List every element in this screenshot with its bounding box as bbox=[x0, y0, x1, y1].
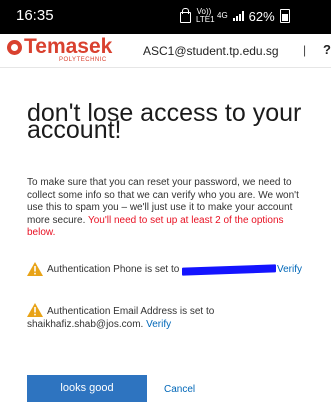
battery-percent: 62% bbox=[248, 8, 275, 24]
logo-subtitle: POLYTECHNIC bbox=[59, 57, 107, 63]
account-email[interactable]: ASC1@student.tp.edu.sg bbox=[143, 44, 279, 58]
logo-mark-icon bbox=[7, 40, 22, 55]
page-header: Temasek POLYTECHNIC ASC1@student.tp.edu.… bbox=[0, 34, 331, 68]
phone-verify-link[interactable]: Verify bbox=[277, 264, 302, 276]
auth-email-value: shaikhafiz.shab@jos.com. bbox=[27, 319, 144, 330]
auth-phone-label: Authentication Phone is set to bbox=[47, 264, 180, 275]
signal-icon bbox=[232, 11, 244, 21]
auth-email-value-line: shaikhafiz.shab@jos.com. Verify bbox=[27, 319, 171, 331]
status-time: 16:35 bbox=[16, 7, 54, 24]
temasek-polytechnic-logo: Temasek POLYTECHNIC bbox=[7, 35, 117, 66]
header-separator: | bbox=[303, 43, 307, 57]
status-icons: Vo)) LTE1 4G 62% bbox=[180, 7, 290, 24]
looks-good-button[interactable]: looks good bbox=[27, 375, 147, 402]
auth-email-label: Authentication Email Address is set to bbox=[47, 306, 215, 317]
volte-icon: Vo)) LTE1 bbox=[196, 7, 215, 24]
page-title: don't lose access to your account! bbox=[27, 99, 302, 144]
help-icon[interactable]: ? bbox=[323, 42, 331, 57]
cancel-link[interactable]: Cancel bbox=[164, 384, 195, 395]
network-type-icon: 4G bbox=[217, 11, 228, 20]
logo-word: Temasek bbox=[24, 35, 113, 58]
phone-redaction bbox=[182, 264, 276, 276]
lock-icon bbox=[180, 7, 191, 23]
description: To make sure that you can reset your pas… bbox=[27, 177, 312, 240]
status-bar: 16:35 Vo)) LTE1 4G 62% bbox=[0, 0, 331, 34]
email-verify-link[interactable]: Verify bbox=[146, 319, 171, 330]
warning-icon bbox=[27, 262, 43, 276]
warning-icon bbox=[27, 303, 43, 317]
battery-icon bbox=[279, 9, 290, 23]
